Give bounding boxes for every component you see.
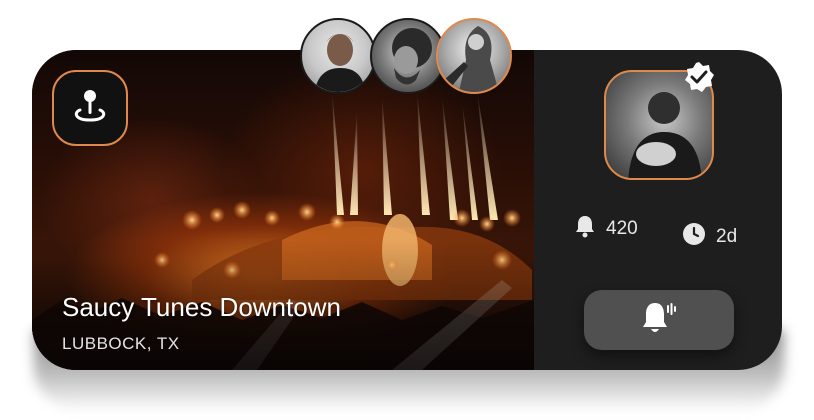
bell-icon [574,214,596,244]
bell-ringing-icon [639,299,679,341]
location-pin-icon [70,84,110,132]
time-value: 2d [716,226,738,247]
event-location: LUBBOCK, TX [62,334,180,353]
location-pin-button[interactable] [52,70,128,146]
event-title: Saucy Tunes Downtown [62,292,341,322]
verified-badge-icon [682,60,716,94]
clock-icon [682,222,706,252]
attendee-avatar[interactable] [300,18,376,94]
attendee-avatars[interactable] [300,18,514,100]
time-stat: 2d [682,222,737,252]
notify-button[interactable] [584,290,734,350]
attendee-avatar[interactable] [436,18,512,94]
notifications-stat: 420 [574,214,638,244]
notifications-count: 420 [606,218,638,239]
attendee-avatar[interactable] [370,18,446,94]
